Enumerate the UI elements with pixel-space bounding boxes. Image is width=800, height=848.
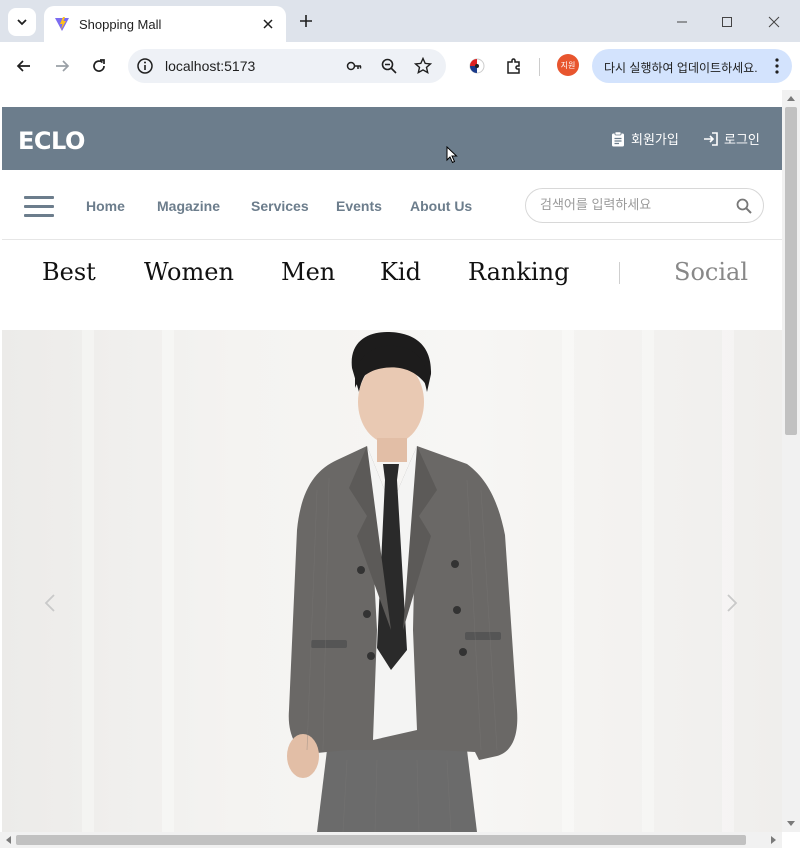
extensions-button[interactable] (502, 54, 526, 78)
tab-title: Shopping Mall (79, 16, 162, 32)
maximize-icon (722, 17, 732, 27)
search-box (525, 188, 764, 223)
bookmark-star-icon[interactable] (414, 57, 432, 75)
hamburger-menu-icon[interactable] (24, 196, 54, 218)
login-arrow-icon (703, 131, 719, 147)
category-women[interactable]: Women (144, 258, 234, 286)
signup-label: 회원가입 (631, 132, 679, 147)
chevron-right-icon (727, 594, 738, 612)
vite-favicon-icon (55, 17, 69, 31)
category-men[interactable]: Men (281, 258, 335, 286)
search-input[interactable] (540, 197, 730, 212)
plus-icon (300, 15, 312, 27)
close-window-button[interactable] (764, 12, 784, 32)
nav-magazine[interactable]: Magazine (157, 198, 220, 214)
new-tab-button[interactable] (294, 9, 318, 33)
curtain-fold (82, 330, 94, 832)
hero-model-image (287, 332, 518, 832)
login-link[interactable]: 로그인 (703, 129, 760, 148)
nav-home[interactable]: Home (86, 198, 125, 214)
minimize-button[interactable] (672, 12, 692, 32)
category-kid[interactable]: Kid (380, 258, 421, 286)
profile-avatar[interactable]: 지원 (557, 54, 579, 76)
puzzle-icon (507, 58, 520, 74)
minimize-icon (677, 21, 687, 23)
category-ranking[interactable]: Ranking (468, 258, 569, 286)
arrow-left-icon (16, 60, 30, 72)
mouse-cursor-icon (446, 146, 458, 164)
category-social[interactable]: Social (674, 258, 748, 286)
clipboard-icon (610, 130, 626, 147)
reload-button[interactable] (87, 54, 111, 78)
arrow-right-icon (56, 60, 70, 72)
more-menu-icon[interactable] (770, 57, 784, 75)
chevron-left-icon (44, 594, 55, 612)
carousel-next-button[interactable] (724, 592, 740, 614)
site-info-icon[interactable] (136, 57, 154, 75)
curtain-fold (642, 330, 654, 832)
update-button[interactable]: 다시 실행하여 업데이트하세요. (592, 49, 792, 83)
scroll-up-arrow-icon[interactable] (786, 94, 796, 102)
curtain-fold (162, 330, 174, 832)
nav-events[interactable]: Events (336, 198, 382, 214)
extension-flag-button[interactable] (465, 54, 489, 78)
curtain-fold (722, 330, 734, 832)
category-divider (619, 262, 620, 284)
curtain-fold (562, 330, 574, 832)
login-label: 로그인 (724, 132, 760, 147)
tab-close-icon[interactable] (260, 16, 276, 32)
scroll-down-arrow-icon[interactable] (786, 820, 796, 828)
horizontal-scrollbar-thumb[interactable] (16, 835, 746, 845)
browser-toolbar: localhost:5173 지원 다시 실행하여 업데이트하세요. (0, 42, 800, 90)
maximize-button[interactable] (717, 12, 737, 32)
tab-strip: Shopping Mall (0, 0, 800, 42)
search-icon[interactable] (735, 197, 753, 215)
site-logo[interactable]: ECLO (18, 127, 85, 155)
address-bar[interactable]: localhost:5173 (128, 49, 446, 83)
active-tab[interactable]: Shopping Mall (44, 6, 286, 42)
category-best[interactable]: Best (42, 258, 96, 286)
nav-about-us[interactable]: About Us (410, 198, 472, 214)
reload-icon (93, 59, 105, 72)
category-bar: Best Women Men Kid Ranking Social (2, 240, 782, 330)
scroll-left-arrow-icon[interactable] (4, 835, 12, 845)
main-nav: Home Magazine Services Events About Us (2, 170, 782, 240)
key-icon[interactable] (345, 57, 363, 75)
extension-ball-icon (469, 58, 485, 74)
close-icon (768, 16, 780, 28)
hero-carousel (2, 330, 782, 832)
zoom-out-icon[interactable] (380, 57, 398, 75)
forward-button[interactable] (50, 54, 74, 78)
back-button[interactable] (12, 54, 36, 78)
nav-services[interactable]: Services (251, 198, 309, 214)
vertical-scrollbar-thumb[interactable] (785, 107, 797, 435)
horizontal-scrollbar[interactable] (0, 832, 782, 848)
carousel-prev-button[interactable] (42, 592, 58, 614)
chevron-down-icon (17, 19, 27, 26)
url-text: localhost:5173 (165, 58, 256, 74)
page-viewport: ECLO 회원가입 로그인 Home Magazine Services Eve… (0, 90, 800, 848)
scroll-right-arrow-icon[interactable] (770, 835, 778, 845)
tab-search-button[interactable] (8, 8, 36, 36)
signup-link[interactable]: 회원가입 (610, 129, 679, 148)
vertical-scrollbar[interactable] (782, 90, 800, 832)
web-page: ECLO 회원가입 로그인 Home Magazine Services Eve… (2, 90, 782, 832)
site-header: ECLO 회원가입 로그인 (2, 107, 782, 170)
toolbar-divider (539, 58, 540, 76)
update-label: 다시 실행하여 업데이트하세요. (604, 61, 758, 75)
